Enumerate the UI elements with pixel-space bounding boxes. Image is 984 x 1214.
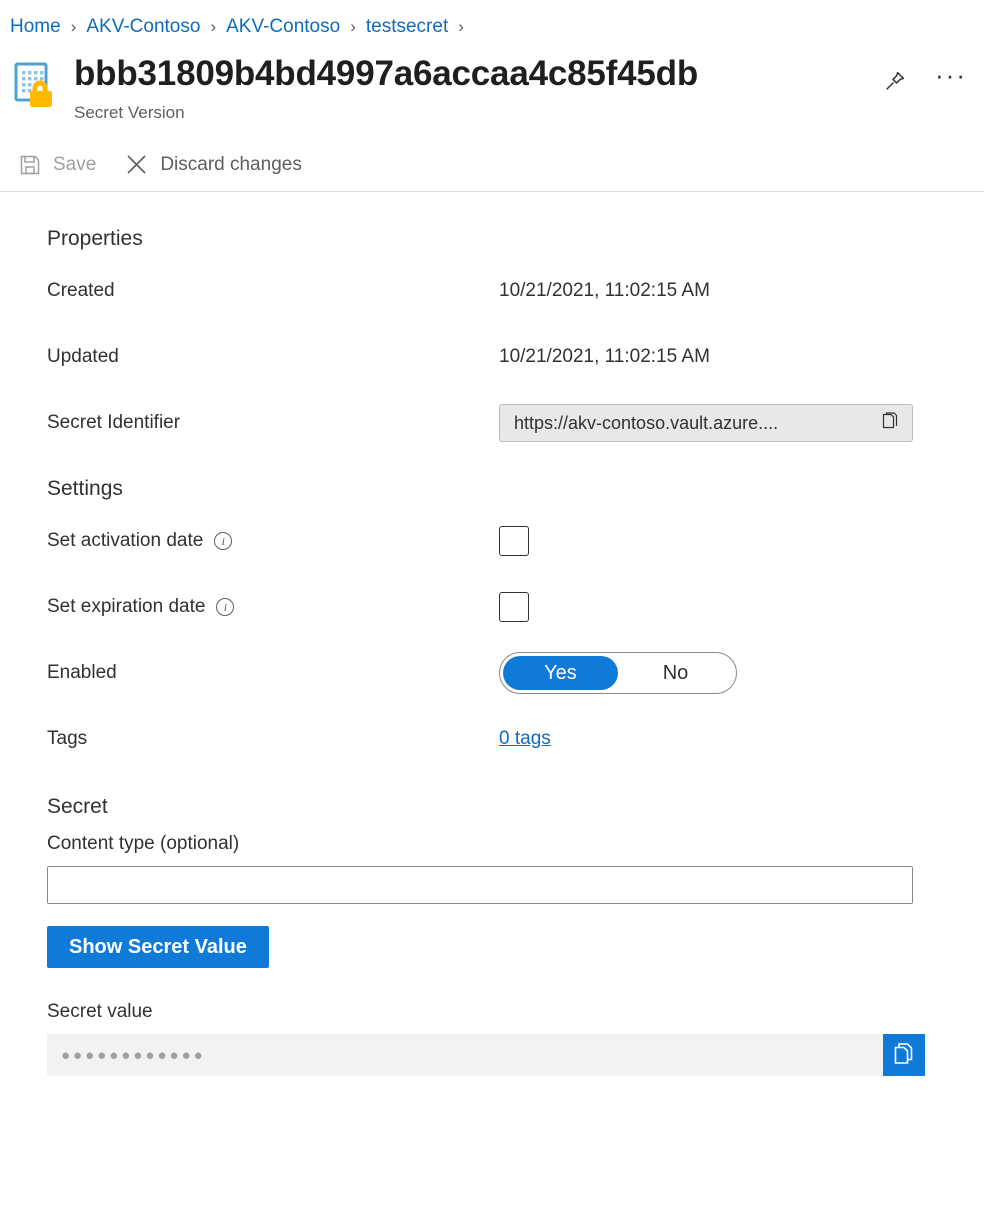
secret-identifier-label: Secret Identifier <box>47 412 181 433</box>
pin-icon[interactable] <box>882 68 908 94</box>
breadcrumb-item-vault[interactable]: AKV-Contoso <box>86 15 200 39</box>
discard-changes-button[interactable]: Discard changes <box>124 152 302 177</box>
info-icon[interactable]: i <box>214 532 233 550</box>
created-row: Created 10/21/2021, 11:02:15 AM <box>47 268 984 314</box>
secret-identifier-value: https://akv-contoso.vault.azure.... <box>514 412 779 433</box>
secret-heading: Secret <box>47 795 108 818</box>
page-title: bbb31809b4bd4997a6accaa4c85f45db <box>74 54 698 93</box>
discard-changes-label: Discard changes <box>160 153 302 175</box>
copy-icon[interactable] <box>880 412 902 434</box>
set-activation-date-checkbox[interactable] <box>499 526 529 556</box>
secret-value-label: Secret value <box>47 1001 153 1022</box>
enabled-row: Enabled Yes No <box>47 650 984 696</box>
show-secret-value-button[interactable]: Show Secret Value <box>47 926 269 968</box>
set-expiration-date-label: Set expiration date i <box>47 595 499 619</box>
page-header-actions: ··· <box>882 62 965 100</box>
page-subtitle: Secret Version <box>74 103 185 122</box>
copy-icon <box>891 1041 917 1070</box>
more-options-icon[interactable]: ··· <box>935 62 965 100</box>
updated-row: Updated 10/21/2021, 11:02:15 AM <box>47 334 984 380</box>
updated-label: Updated <box>47 346 119 367</box>
set-activation-date-label: Set activation date i <box>47 529 499 553</box>
set-activation-date-row: Set activation date i <box>47 518 984 564</box>
set-expiration-date-row: Set expiration date i <box>47 584 984 630</box>
set-activation-date-text: Set activation date <box>47 530 204 551</box>
tags-row: Tags 0 tags <box>47 716 984 762</box>
content-type-input[interactable] <box>47 866 913 904</box>
secret-value-row: ●●●●●●●●●●●● <box>47 1034 925 1076</box>
content-type-label: Content type (optional) <box>47 833 240 854</box>
secret-value-field: ●●●●●●●●●●●● <box>47 1034 883 1076</box>
save-icon <box>18 153 42 177</box>
secret-identifier-field[interactable]: https://akv-contoso.vault.azure.... <box>499 404 913 442</box>
save-button[interactable]: Save <box>18 153 96 177</box>
save-label: Save <box>53 153 97 175</box>
tags-label: Tags <box>47 728 88 749</box>
copy-secret-value-button[interactable] <box>883 1034 925 1076</box>
breadcrumb-item-vault-secrets[interactable]: AKV-Contoso <box>226 15 340 39</box>
secret-version-form: Properties Created 10/21/2021, 11:02:15 … <box>0 192 984 1076</box>
enabled-label: Enabled <box>47 662 117 683</box>
tags-link[interactable]: 0 tags <box>499 728 551 750</box>
breadcrumb-item-home[interactable]: Home <box>10 15 61 39</box>
created-label: Created <box>47 280 115 301</box>
key-vault-secret-icon <box>10 58 62 110</box>
settings-heading: Settings <box>47 477 123 500</box>
secret-identifier-row: Secret Identifier https://akv-contoso.va… <box>47 400 984 446</box>
breadcrumb-separator-icon: › <box>350 17 356 36</box>
info-icon[interactable]: i <box>216 598 235 616</box>
breadcrumb-separator-icon: › <box>210 17 217 36</box>
set-expiration-date-text: Set expiration date <box>47 596 206 617</box>
properties-heading: Properties <box>47 227 143 250</box>
breadcrumb-separator-icon: › <box>70 17 77 36</box>
page-header: bbb31809b4bd4997a6accaa4c85f45db Secret … <box>0 40 984 124</box>
close-icon <box>124 152 149 177</box>
enabled-toggle-yes[interactable]: Yes <box>503 656 618 690</box>
secret-section: Secret Content type (optional) Show Secr… <box>47 794 984 1076</box>
secret-value-block: Secret value ●●●●●●●●●●●● <box>47 1000 984 1076</box>
secret-value-masked: ●●●●●●●●●●●● <box>61 1046 206 1064</box>
enabled-toggle[interactable]: Yes No <box>499 652 737 694</box>
set-expiration-date-checkbox[interactable] <box>499 592 529 622</box>
created-value: 10/21/2021, 11:02:15 AM <box>499 280 710 301</box>
updated-value: 10/21/2021, 11:02:15 AM <box>499 346 710 367</box>
breadcrumb: Home › AKV-Contoso › AKV-Contoso › tests… <box>0 0 984 40</box>
command-bar: Save Discard changes <box>0 138 984 192</box>
breadcrumb-item-testsecret[interactable]: testsecret <box>366 15 448 39</box>
breadcrumb-separator-icon: › <box>458 17 464 36</box>
enabled-toggle-no[interactable]: No <box>618 656 733 690</box>
